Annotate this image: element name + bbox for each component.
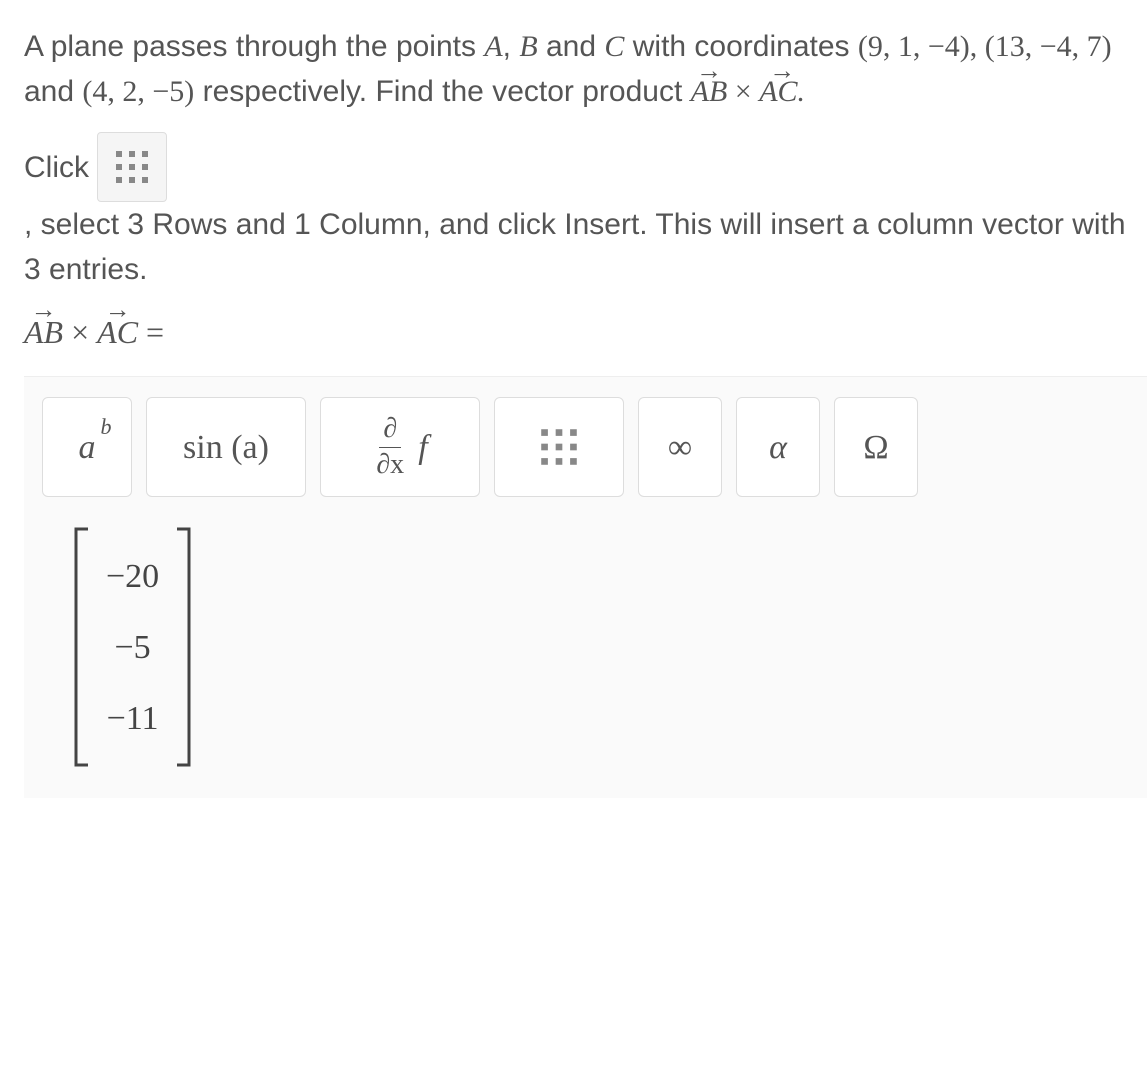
vector-entry-1[interactable]: −20 bbox=[100, 541, 165, 612]
column-vector: −20 −5 −11 bbox=[72, 527, 193, 768]
text-part: , bbox=[970, 30, 985, 63]
power-button[interactable]: ab bbox=[42, 397, 132, 497]
infinity-label: ∞ bbox=[668, 422, 692, 473]
arrow-over-icon: → bbox=[759, 51, 805, 90]
coords-C: (4, 2, −5) bbox=[82, 75, 194, 108]
deriv-den: ∂x bbox=[372, 448, 408, 481]
coords-B: (13, −4, 7) bbox=[985, 30, 1112, 63]
point-B: B bbox=[519, 30, 537, 63]
text-part: and bbox=[538, 30, 605, 63]
power-exp-label: b bbox=[101, 410, 112, 443]
infinity-button[interactable]: ∞ bbox=[638, 397, 722, 497]
deriv-num: ∂ bbox=[379, 414, 401, 448]
trig-button[interactable]: sin (a) bbox=[146, 397, 306, 497]
text-part: A plane passes through the points bbox=[24, 30, 484, 63]
deriv-f-label: f bbox=[418, 422, 427, 473]
omega-button[interactable]: Ω bbox=[834, 397, 918, 497]
alpha-label: α bbox=[769, 422, 787, 473]
insert-matrix-button[interactable] bbox=[97, 132, 167, 202]
equation-toolbar: ab sin (a) ∂ ∂x f ∞ α Ω bbox=[42, 397, 1129, 497]
text-part: and bbox=[24, 75, 82, 108]
coords-A: (9, 1, −4) bbox=[858, 30, 970, 63]
matrix-grid-icon bbox=[114, 149, 150, 185]
omega-label: Ω bbox=[863, 422, 888, 473]
derivative-button[interactable]: ∂ ∂x f bbox=[320, 397, 480, 497]
equation-editor-region: ab sin (a) ∂ ∂x f ∞ α Ω bbox=[24, 376, 1147, 798]
right-bracket-icon bbox=[175, 527, 193, 767]
point-C: C bbox=[604, 30, 624, 63]
matrix-grid-icon bbox=[539, 427, 579, 467]
matrix-button[interactable] bbox=[494, 397, 624, 497]
arrow-over-icon: → bbox=[691, 51, 728, 90]
vector-entry-3[interactable]: −11 bbox=[100, 683, 165, 754]
vector-AC: → AC. bbox=[759, 69, 805, 114]
arrow-over-icon: → bbox=[97, 290, 138, 329]
text-part: with coordinates bbox=[624, 30, 857, 63]
question-text: A plane passes through the points A, B a… bbox=[24, 24, 1147, 114]
instruction-line: Click , select 3 Rows and 1 Column, and … bbox=[24, 132, 1147, 292]
power-base-label: a bbox=[79, 429, 96, 466]
text-part: , bbox=[503, 30, 520, 63]
instruction-rest: , select 3 Rows and 1 Column, and click … bbox=[24, 202, 1147, 292]
eq-vector-AB: → AB bbox=[24, 308, 63, 356]
point-A: A bbox=[484, 30, 502, 63]
alpha-button[interactable]: α bbox=[736, 397, 820, 497]
vector-AB: → AB bbox=[691, 69, 728, 114]
eq-vector-AC: → AC bbox=[97, 308, 138, 356]
times-symbol: × bbox=[63, 314, 97, 350]
equation-line: → AB × → AC = bbox=[24, 308, 1147, 356]
arrow-over-icon: → bbox=[24, 290, 63, 329]
equals-symbol: = bbox=[138, 314, 164, 350]
left-bracket-icon bbox=[72, 527, 90, 767]
click-label: Click bbox=[24, 145, 89, 190]
trig-label: sin (a) bbox=[183, 422, 269, 473]
text-part: respectively. Find the vector product bbox=[194, 75, 690, 108]
vector-entry-2[interactable]: −5 bbox=[100, 612, 165, 683]
times-symbol: × bbox=[727, 75, 759, 108]
answer-input-area[interactable]: −20 −5 −11 bbox=[42, 497, 1129, 780]
